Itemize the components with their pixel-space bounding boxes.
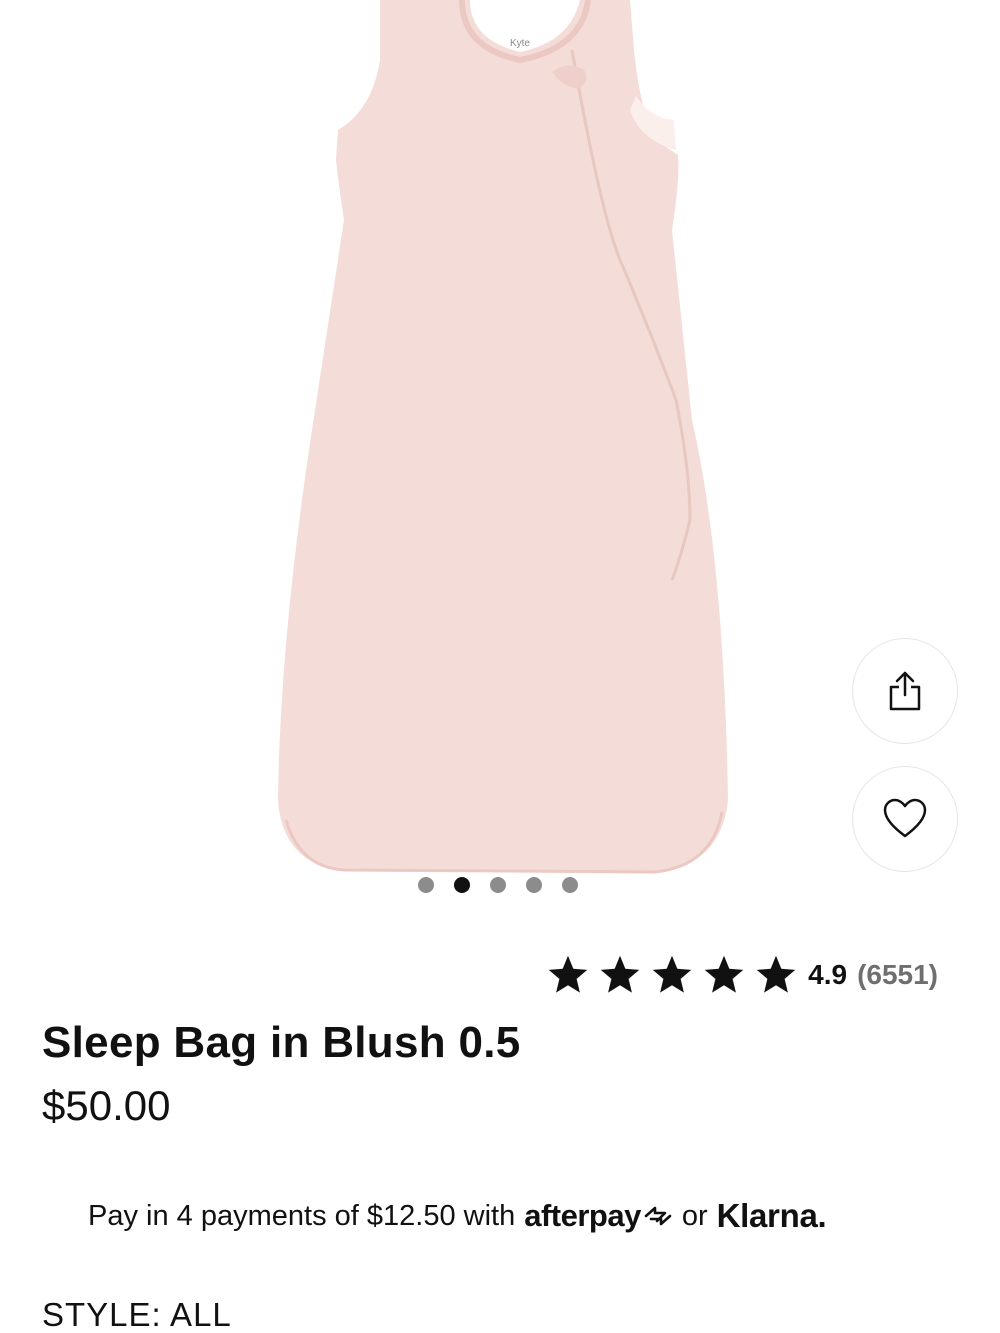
carousel-dot-5[interactable]	[562, 877, 578, 893]
star-icon	[548, 955, 588, 993]
carousel-dot-3[interactable]	[490, 877, 506, 893]
favorite-button[interactable]	[852, 766, 958, 872]
carousel-dot-1[interactable]	[418, 877, 434, 893]
share-icon	[889, 671, 921, 711]
carousel-dots	[418, 877, 578, 893]
garment-label: Kyte	[510, 38, 530, 49]
installment-payments[interactable]: Pay in 4 payments of $12.50 with afterpa…	[88, 1196, 827, 1236]
star-icon	[652, 955, 692, 993]
klarna-logo[interactable]: Klarna.	[717, 1197, 827, 1235]
star-icon	[704, 955, 744, 993]
product-image[interactable]: Kyte	[0, 0, 1000, 900]
product-gallery[interactable]: Kyte	[0, 0, 1000, 910]
installment-text: Pay in 4 payments of $12.50 with	[88, 1199, 516, 1232]
carousel-dot-2[interactable]	[454, 877, 470, 893]
product-title: Sleep Bag in Blush 0.5	[42, 1018, 521, 1067]
afterpay-wordmark: afterpay	[524, 1198, 641, 1233]
or-text: or	[681, 1199, 708, 1232]
review-count-link[interactable]: (6551)	[857, 959, 938, 991]
rating-value: 4.9	[808, 959, 848, 990]
heart-icon	[883, 798, 927, 838]
product-price: $50.00	[42, 1082, 171, 1129]
star-icon	[600, 955, 640, 993]
share-button[interactable]	[852, 638, 958, 744]
rating-stars	[546, 953, 798, 997]
style-selector-label: STYLE: ALL	[42, 1296, 232, 1333]
product-rating[interactable]: 4.9 (6551)	[546, 952, 938, 998]
afterpay-logo[interactable]: afterpay	[524, 1198, 673, 1234]
carousel-dot-4[interactable]	[526, 877, 542, 893]
afterpay-arrows-icon	[644, 1206, 672, 1226]
star-icon	[756, 955, 796, 993]
